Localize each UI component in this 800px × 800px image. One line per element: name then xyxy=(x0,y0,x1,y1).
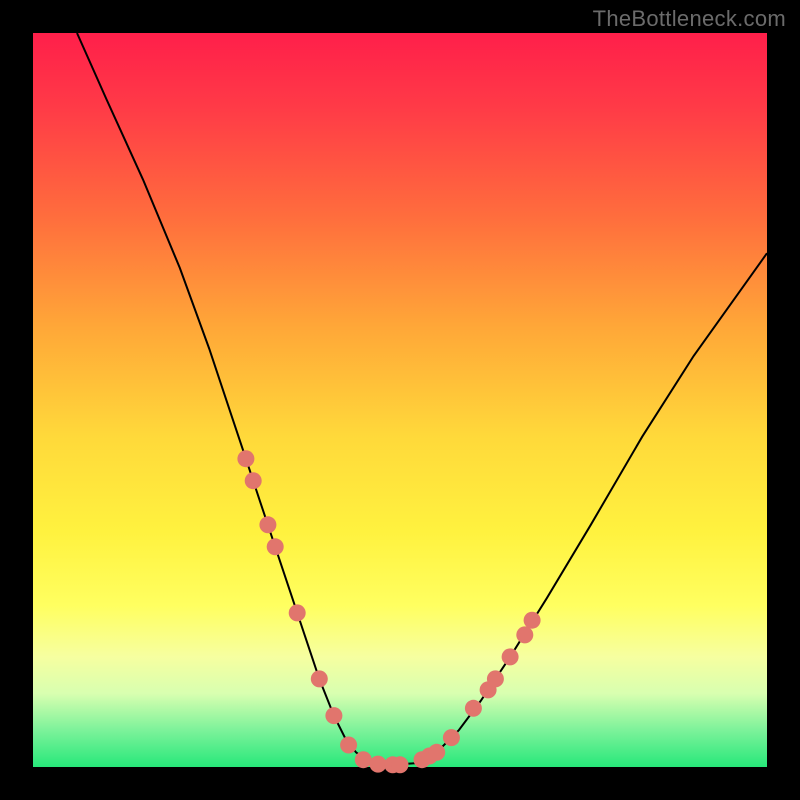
curve-marker xyxy=(340,737,357,754)
curve-marker xyxy=(355,751,372,768)
curve-marker xyxy=(311,670,328,687)
curve-marker xyxy=(502,648,519,665)
chart-frame: TheBottleneck.com xyxy=(0,0,800,800)
curve-marker xyxy=(289,604,306,621)
curve-marker xyxy=(428,744,445,761)
curve-marker xyxy=(237,450,254,467)
curve-marker xyxy=(259,516,276,533)
watermark-text: TheBottleneck.com xyxy=(593,6,786,32)
curve-marker xyxy=(487,670,504,687)
bottleneck-curve-svg xyxy=(33,33,767,767)
curve-marker xyxy=(370,756,387,773)
curve-marker xyxy=(524,612,541,629)
curve-marker xyxy=(443,729,460,746)
curve-marker xyxy=(516,626,533,643)
curve-marker xyxy=(392,756,409,773)
chart-plot-area xyxy=(33,33,767,767)
curve-marker xyxy=(267,538,284,555)
curve-markers xyxy=(237,450,540,773)
bottleneck-curve xyxy=(77,33,767,765)
curve-marker xyxy=(245,472,262,489)
curve-marker xyxy=(325,707,342,724)
curve-marker xyxy=(465,700,482,717)
